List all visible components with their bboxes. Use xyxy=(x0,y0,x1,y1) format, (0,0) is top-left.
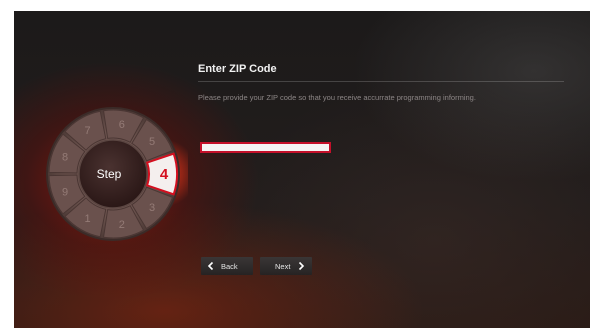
step-dial: Step 1 2 3 4 5 6 7 8 9 xyxy=(46,107,188,241)
step-number-2: 2 xyxy=(119,219,125,231)
step-number-1: 1 xyxy=(84,213,90,225)
step-number-8: 8 xyxy=(62,152,68,164)
page-title: Enter ZIP Code xyxy=(198,63,277,75)
zip-code-input[interactable] xyxy=(200,142,331,153)
back-button-label: Back xyxy=(221,261,238,271)
next-button[interactable]: Next xyxy=(260,257,312,275)
step-number-5: 5 xyxy=(149,136,155,148)
chevron-left-icon xyxy=(207,261,214,271)
step-number-3: 3 xyxy=(149,202,155,214)
chevron-right-icon xyxy=(299,261,305,271)
next-button-label: Next xyxy=(275,261,291,271)
title-divider xyxy=(198,81,564,82)
step-number-9: 9 xyxy=(62,186,68,198)
current-step-number: 4 xyxy=(160,166,169,183)
step-number-6: 6 xyxy=(119,119,125,131)
page-description: Please provide your ZIP code so that you… xyxy=(198,93,476,102)
step-label: Step xyxy=(97,167,122,181)
step-number-7: 7 xyxy=(84,125,90,137)
screen: Step 1 2 3 4 5 6 7 8 9 Enter ZIP Code Please pro… xyxy=(14,11,590,328)
back-button[interactable]: Back xyxy=(201,257,253,275)
